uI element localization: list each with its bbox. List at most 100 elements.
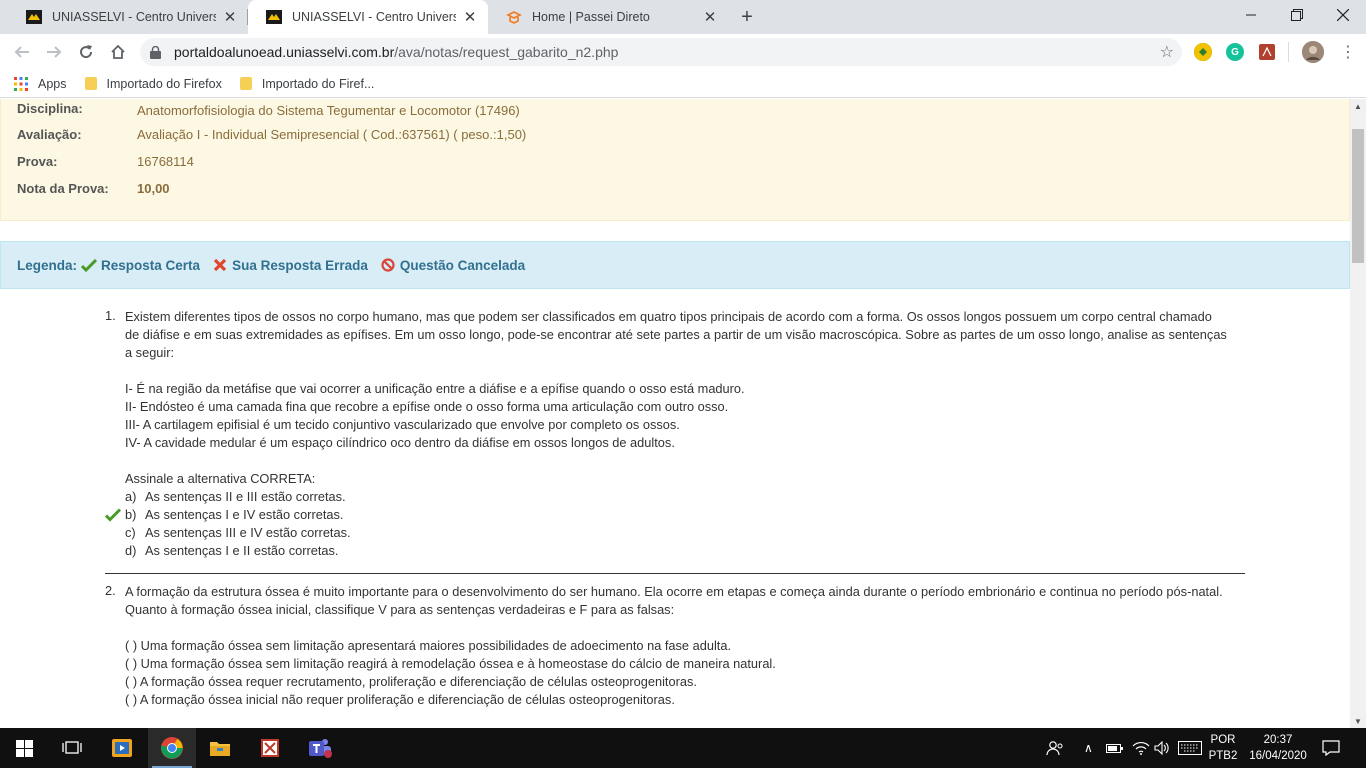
bookmarks-bar: Apps Importado do Firefox Importado do F… — [0, 70, 1366, 98]
tab-uniasselvi-2[interactable]: UNIASSELVI - Centro Universitário ✕ — [248, 0, 488, 34]
minimize-button[interactable] — [1228, 0, 1274, 30]
tab-title: Home | Passei Direto — [532, 10, 650, 24]
new-tab-button[interactable]: + — [734, 5, 760, 29]
bookmark-label: Apps — [38, 76, 67, 91]
sentence: II- Endósteo é uma camada fina que recob… — [125, 399, 729, 414]
browser-toolbar: portaldoalunoead.uniasselvi.com.br/ava/n… — [0, 34, 1366, 70]
url-domain: portaldoalunoead.uniasselvi.com.br — [174, 44, 395, 60]
notifications-icon[interactable] — [1322, 728, 1340, 768]
bookmark-label: Importado do Firef... — [261, 76, 375, 91]
reload-button[interactable] — [72, 38, 100, 66]
option-b: b) As sentenças I e IV estão corretas. — [105, 506, 1247, 524]
legend-correct: Resposta Certa — [77, 257, 200, 273]
pdf-extension-icon[interactable] — [1258, 43, 1276, 61]
sentence: ( ) A formação óssea inicial não requer … — [125, 692, 675, 707]
legend-wrong: Sua Resposta Errada — [208, 257, 368, 273]
lock-icon[interactable] — [150, 45, 162, 59]
page-scrollbar[interactable]: ▲ ▼ — [1350, 99, 1366, 728]
apps-grid-icon — [14, 76, 28, 91]
page-viewport: Disciplina: Anatomorfofisiologia do Sist… — [0, 99, 1350, 728]
option-d: d) As sentenças I e II estão corretas. — [125, 543, 339, 558]
option-a: a) As sentenças II e III estão corretas. — [125, 489, 346, 504]
tab-uniasselvi-1[interactable]: UNIASSELVI - Centro Universitário ✕ — [8, 0, 248, 34]
correct-answer-checkmark-icon — [105, 508, 121, 522]
menu-kebab-icon[interactable]: ⋮ — [1334, 38, 1362, 66]
snipping-tool-icon[interactable] — [246, 728, 294, 768]
url-path: /ava/notas/request_gabarito_n2.php — [394, 44, 619, 60]
folder-icon — [239, 77, 252, 90]
home-button[interactable] — [104, 38, 132, 66]
sentence: IV- A cavidade medular é um espaço cilín… — [125, 435, 675, 450]
sentence: III- A cartilagem epifisial é um tecido … — [125, 417, 680, 432]
file-explorer-icon[interactable] — [196, 728, 244, 768]
people-icon[interactable] — [1046, 728, 1064, 768]
battery-icon[interactable] — [1106, 728, 1124, 768]
prova-value: 16768114 — [137, 154, 194, 169]
media-player-icon[interactable] — [98, 728, 146, 768]
close-tab-icon[interactable]: ✕ — [462, 9, 478, 26]
prohibited-icon — [380, 257, 396, 273]
tab-title: UNIASSELVI - Centro Universitário — [52, 10, 216, 24]
bookmark-star-icon[interactable]: ☆ — [1160, 42, 1174, 62]
sentence: ( ) A formação óssea requer recrutamento… — [125, 674, 697, 689]
scroll-down-arrow-icon[interactable]: ▼ — [1350, 714, 1366, 728]
tab-strip: UNIASSELVI - Centro Universitário ✕ UNIA… — [0, 0, 1366, 34]
task-view-icon[interactable] — [48, 728, 96, 768]
windows-taskbar: ∧ POR PTB2 20:37 16/04/2020 — [0, 728, 1366, 768]
question-text: A formação da estrutura óssea é muito im… — [125, 584, 1223, 599]
question-text: a seguir: — [125, 345, 175, 360]
teams-icon[interactable] — [296, 728, 344, 768]
address-bar[interactable]: portaldoalunoead.uniasselvi.com.br/ava/n… — [140, 38, 1182, 66]
tab-title: UNIASSELVI - Centro Universitário — [292, 10, 456, 24]
legend-label: Legenda: — [17, 257, 78, 273]
passei-direto-icon — [506, 9, 522, 25]
nota-value: 10,00 — [137, 181, 170, 196]
scrollbar-thumb[interactable] — [1352, 129, 1364, 263]
back-button[interactable] — [8, 38, 36, 66]
clock[interactable]: 20:37 16/04/2020 — [1246, 732, 1310, 764]
restore-button[interactable] — [1274, 0, 1320, 30]
legend-bar: Legenda: Resposta Certa Sua Resposta Err… — [0, 241, 1350, 289]
question-text: Existem diferentes tipos de ossos no cor… — [125, 309, 1212, 324]
profile-avatar[interactable] — [1302, 41, 1324, 63]
cross-icon — [212, 257, 228, 273]
question-text: de diáfise e em suas extremidades as epí… — [125, 327, 1227, 342]
forward-button[interactable] — [40, 38, 68, 66]
sentence: I- É na região da metáfise que vai ocorr… — [125, 381, 745, 396]
uniasselvi-logo-icon — [266, 9, 282, 25]
question-number: 2. — [105, 583, 116, 598]
uniasselvi-logo-icon — [26, 9, 42, 25]
question-number: 1. — [105, 308, 116, 323]
tab-passei-direto[interactable]: Home | Passei Direto ✕ — [488, 0, 728, 34]
bookmark-apps[interactable]: Apps — [14, 76, 67, 91]
bookmark-folder-firefox[interactable]: Importado do Firefox — [84, 76, 222, 91]
question-divider — [105, 573, 1245, 574]
question-body: Existem diferentes tipos de ossos no cor… — [105, 308, 1247, 560]
volume-icon[interactable] — [1154, 728, 1170, 768]
chrome-taskbar-icon[interactable] — [148, 728, 196, 768]
avaliacao-value: Avaliação I - Individual Semipresencial … — [137, 127, 527, 142]
bookmark-folder-firefox-2[interactable]: Importado do Firef... — [239, 76, 375, 91]
wifi-icon[interactable] — [1132, 728, 1150, 768]
question-prompt: Assinale a alternativa CORRETA: — [125, 471, 316, 486]
input-language-indicator[interactable]: POR PTB2 — [1206, 732, 1240, 764]
extension-arrow-icon[interactable] — [1194, 43, 1212, 61]
question-body: A formação da estrutura óssea é muito im… — [125, 583, 1247, 709]
scroll-up-arrow-icon[interactable]: ▲ — [1350, 99, 1366, 113]
grammarly-icon[interactable]: G — [1226, 43, 1244, 61]
close-tab-icon[interactable]: ✕ — [702, 9, 718, 26]
disciplina-value: Anatomorfofisiologia do Sistema Tegument… — [137, 103, 520, 118]
legend-cancelled: Questão Cancelada — [376, 257, 525, 273]
option-c: c) As sentenças III e IV estão corretas. — [125, 525, 351, 540]
close-tab-icon[interactable]: ✕ — [222, 9, 238, 26]
show-hidden-icons-chevron-icon[interactable]: ∧ — [1084, 728, 1093, 768]
folder-icon — [84, 77, 97, 90]
keyboard-icon[interactable] — [1178, 728, 1202, 768]
sentence: ( ) Uma formação óssea sem limitação apr… — [125, 638, 732, 653]
sentence: ( ) Uma formação óssea sem limitação rea… — [125, 656, 776, 671]
checkmark-icon — [81, 257, 98, 273]
start-button[interactable] — [0, 728, 48, 768]
close-window-button[interactable] — [1320, 0, 1366, 30]
bookmark-label: Importado do Firefox — [106, 76, 222, 91]
exam-info-panel: Disciplina: Anatomorfofisiologia do Sist… — [0, 99, 1350, 221]
